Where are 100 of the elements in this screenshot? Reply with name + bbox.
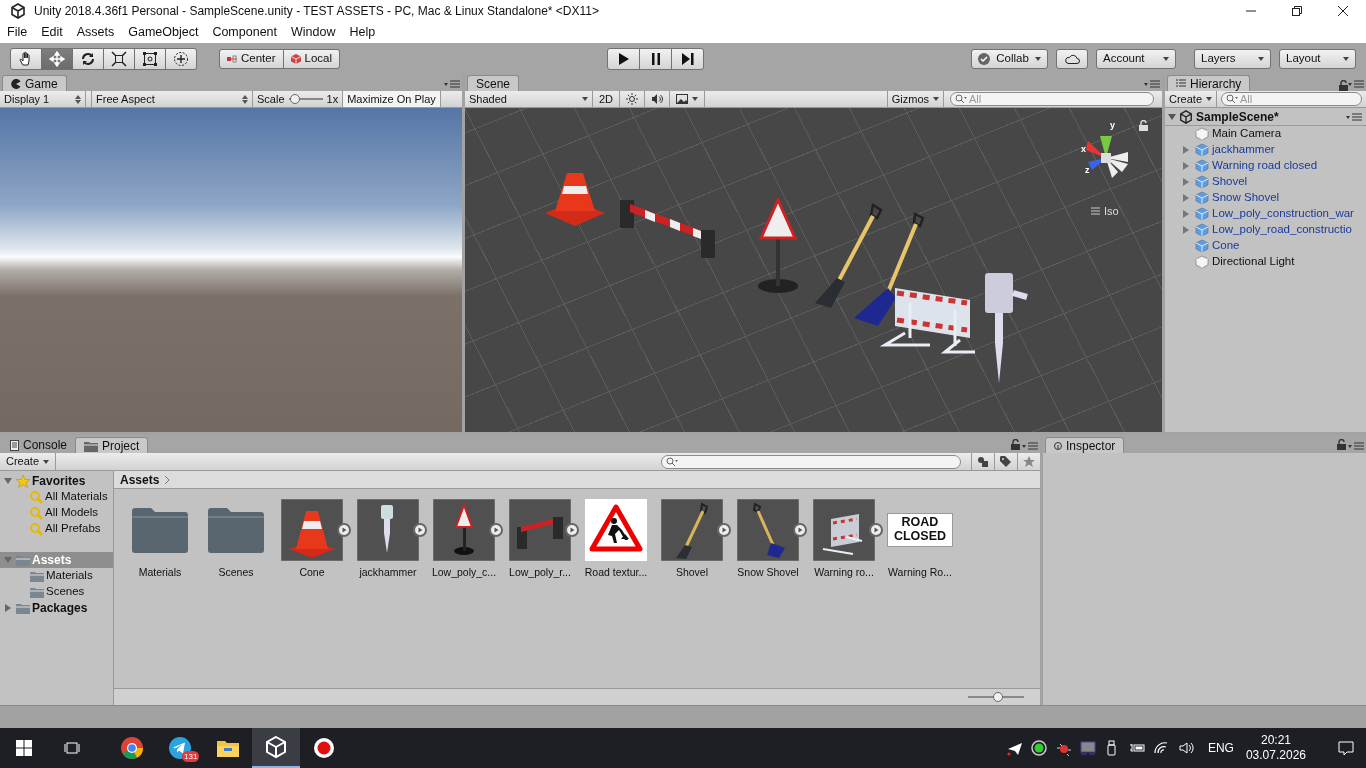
asset-label[interactable]: Cone [297, 565, 327, 581]
play-button[interactable] [607, 47, 640, 70]
rect-tool-button[interactable] [134, 47, 166, 70]
cone-thumbnail[interactable] [281, 499, 343, 561]
tree-item[interactable]: All Materials [0, 489, 113, 505]
hierarchy-item[interactable]: Cone [1165, 238, 1366, 254]
tree-item[interactable]: Scenes [0, 584, 113, 600]
road-sign-thumbnail[interactable] [585, 499, 647, 561]
asset-label[interactable]: Warning Ro... [886, 565, 954, 581]
status-circle-icon[interactable] [1030, 740, 1047, 756]
tree-item[interactable]: All Prefabs [0, 521, 113, 537]
pause-button[interactable] [639, 47, 672, 70]
game-tab[interactable]: Game [2, 75, 67, 91]
panel-tab[interactable]: Project [75, 437, 149, 453]
gizmos-dropdown[interactable]: Gizmos [886, 91, 944, 107]
space-toggle-button[interactable]: Local [282, 48, 341, 69]
scale-tool-button[interactable] [103, 47, 135, 70]
sign-thumbnail[interactable] [433, 499, 495, 561]
recorder-icon[interactable] [312, 736, 336, 760]
menu-item[interactable]: Edit [34, 23, 70, 42]
menu-item[interactable]: Component [205, 23, 284, 42]
tree-item[interactable]: Favorites [0, 473, 113, 489]
restore-icon[interactable] [1292, 6, 1302, 16]
menu-item[interactable]: GameObject [121, 23, 206, 42]
hierarchy-item[interactable]: Low_poly_construction_war [1165, 206, 1366, 222]
tree-item[interactable]: Packages [0, 600, 113, 616]
hierarchy-item[interactable]: Snow Shovel [1165, 190, 1366, 206]
breadcrumb-link[interactable]: Assets [120, 470, 160, 489]
sun-icon[interactable] [626, 93, 639, 105]
hierarchy-item[interactable]: Shovel [1165, 174, 1366, 190]
play-circle-icon[interactable] [565, 523, 579, 537]
speaker-icon[interactable] [1177, 740, 1194, 756]
scene-tab[interactable]: Scene [467, 75, 520, 91]
play-circle-icon[interactable] [413, 523, 427, 537]
hierarchy-item[interactable]: Main Camera [1165, 126, 1366, 142]
language-indicator[interactable]: ENG [1207, 739, 1234, 757]
paper-plane-icon[interactable] [1006, 740, 1023, 756]
asset-label[interactable]: Scenes [216, 565, 256, 581]
zoom-slider[interactable] [968, 692, 1024, 702]
panel-tab[interactable]: Console [2, 437, 76, 453]
shovel-thumbnail[interactable] [661, 499, 723, 561]
asset-label[interactable]: Low_poly_r... [507, 565, 573, 581]
snow-shovel-thumbnail[interactable] [737, 499, 799, 561]
notifications-icon[interactable] [1338, 740, 1354, 756]
inspector-tab[interactable]: Inspector [1045, 437, 1125, 453]
asset-label[interactable]: jackhammer [357, 565, 419, 581]
layers-dropdown[interactable]: Layers [1194, 48, 1271, 69]
cloud-button[interactable] [1056, 48, 1088, 69]
layout-dropdown[interactable]: Layout [1279, 48, 1356, 69]
warning-barrier-thumbnail[interactable] [813, 499, 875, 561]
speaker-icon[interactable] [651, 93, 664, 105]
hierarchy-item[interactable]: jackhammer [1165, 142, 1366, 158]
close-icon[interactable] [1338, 6, 1348, 16]
asset-label[interactable]: Low_poly_c... [429, 565, 499, 581]
tree-item[interactable]: All Models [0, 505, 113, 521]
hierarchy-item[interactable]: Warning road closed [1165, 158, 1366, 174]
transform-tool-button[interactable] [165, 47, 197, 70]
jackhammer-thumbnail[interactable] [357, 499, 419, 561]
wifi-icon[interactable] [1153, 740, 1170, 756]
hierarchy-tab[interactable]: Hierarchy [1167, 75, 1251, 91]
asset-label[interactable]: Snow Shovel [735, 565, 801, 581]
menu-item[interactable]: Help [342, 23, 383, 42]
search-field[interactable] [661, 454, 961, 469]
shading-dropdown[interactable]: Shaded [465, 91, 593, 107]
play-circle-icon[interactable] [717, 523, 731, 537]
type-filter-icon[interactable] [977, 455, 989, 468]
monitor-icon[interactable] [1079, 740, 1096, 756]
asset-label[interactable]: Materials [136, 565, 184, 581]
slider-thumb[interactable] [993, 692, 1004, 702]
step-button[interactable] [671, 47, 704, 70]
create-dropdown[interactable]: Create [0, 453, 57, 470]
account-dropdown[interactable]: Account [1096, 48, 1176, 69]
rotate-tool-button[interactable] [72, 47, 104, 70]
image-icon[interactable] [676, 93, 689, 105]
expand-arrow-icon[interactable] [4, 477, 12, 485]
unity-taskbar-button[interactable] [252, 728, 300, 768]
chrome-icon[interactable] [120, 736, 144, 760]
display-dropdown[interactable]: Display 1 [0, 91, 86, 107]
hand-tool-button[interactable] [10, 47, 42, 70]
collab-dropdown[interactable]: Collab [971, 48, 1048, 69]
2d-toggle[interactable]: 2D [593, 91, 621, 107]
asset-label[interactable]: Warning ro... [812, 565, 876, 581]
play-circle-icon[interactable] [489, 523, 503, 537]
aspect-dropdown[interactable]: Free Aspect [91, 91, 253, 107]
move-tool-button[interactable] [41, 47, 73, 70]
scene-name[interactable]: SampleScene* [1196, 108, 1346, 126]
menu-item[interactable]: Window [284, 23, 343, 42]
hierarchy-item[interactable]: Directional Light [1165, 254, 1366, 270]
play-circle-icon[interactable] [793, 523, 807, 537]
menu-item[interactable]: File [0, 23, 35, 42]
scale-slider[interactable] [288, 94, 323, 104]
unity-icon[interactable] [264, 735, 288, 759]
expand-arrow-icon[interactable] [4, 604, 12, 612]
menu-item[interactable]: Assets [69, 23, 122, 42]
hierarchy-item[interactable]: Low_poly_road_constructio [1165, 222, 1366, 238]
maximize-on-play-toggle[interactable]: Maximize On Play [342, 91, 441, 107]
slider-thumb[interactable] [289, 94, 300, 104]
create-dropdown[interactable]: Create [1165, 91, 1218, 107]
asset-label[interactable]: Road textur... [582, 565, 650, 581]
barrier-thumbnail[interactable] [509, 499, 571, 561]
